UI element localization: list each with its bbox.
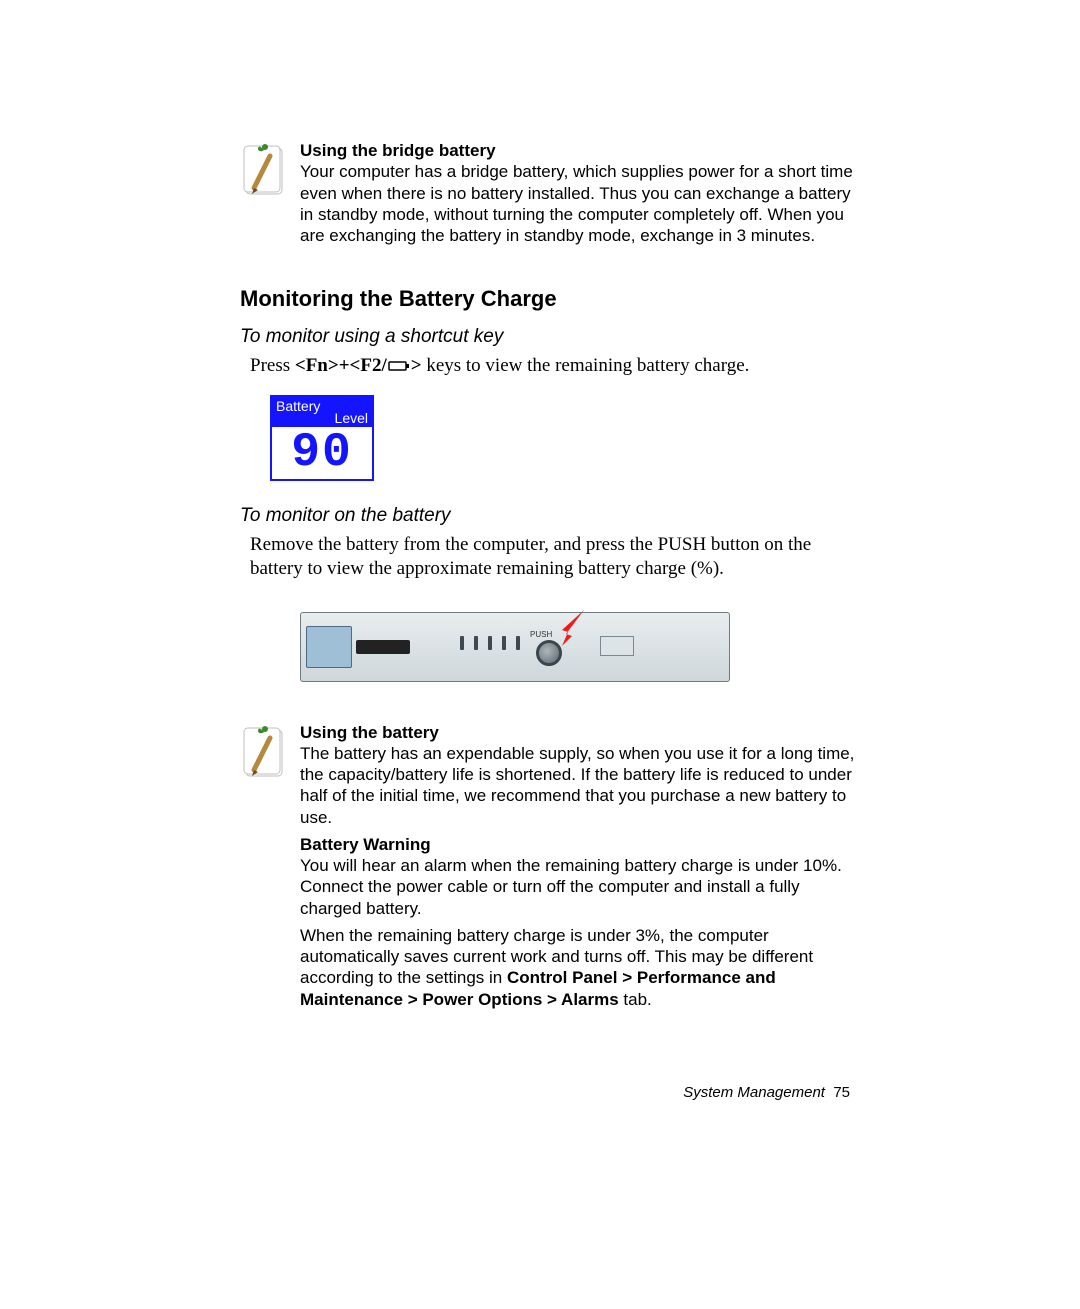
push-label: PUSH xyxy=(530,630,552,639)
battery-level-value: 90 xyxy=(272,427,372,479)
note-title: Using the battery xyxy=(300,723,439,742)
note-body: Using the bridge battery Your computer h… xyxy=(300,140,860,246)
shortcut-key-instruction: Press <Fn>+<F2/> keys to view the remain… xyxy=(250,354,860,379)
note-using-battery: Using the battery The battery has an exp… xyxy=(240,722,860,1010)
arrow-icon xyxy=(558,608,588,653)
note-text: Your computer has a bridge battery, whic… xyxy=(300,162,853,245)
battery-level-indicator: Battery Level 90 xyxy=(270,395,374,481)
note-text: When the remaining battery charge is und… xyxy=(300,926,813,1009)
note-bridge-battery: Using the bridge battery Your computer h… xyxy=(240,140,860,246)
battery-level-header: Battery Level xyxy=(272,397,372,427)
footer-section: System Management xyxy=(683,1084,825,1101)
on-battery-instruction: Remove the battery from the computer, an… xyxy=(250,533,850,582)
note-icon xyxy=(240,724,300,782)
footer-page-number: 75 xyxy=(833,1084,850,1101)
subheading-shortcut-key: To monitor using a shortcut key xyxy=(240,326,860,348)
subheading-on-battery: To monitor on the battery xyxy=(240,505,860,527)
note-title: Battery Warning xyxy=(300,835,431,854)
page-footer: System Management 75 xyxy=(683,1084,850,1101)
note-title: Using the bridge battery xyxy=(300,141,496,160)
battery-key-icon xyxy=(388,355,410,379)
battery-illustration: PUSH xyxy=(300,612,730,682)
section-heading: Monitoring the Battery Charge xyxy=(240,286,860,312)
note-text: The battery has an expendable supply, so… xyxy=(300,744,854,827)
note-text: You will hear an alarm when the remainin… xyxy=(300,856,842,918)
note-icon xyxy=(240,142,300,200)
note-body: Using the battery The battery has an exp… xyxy=(300,722,860,1010)
